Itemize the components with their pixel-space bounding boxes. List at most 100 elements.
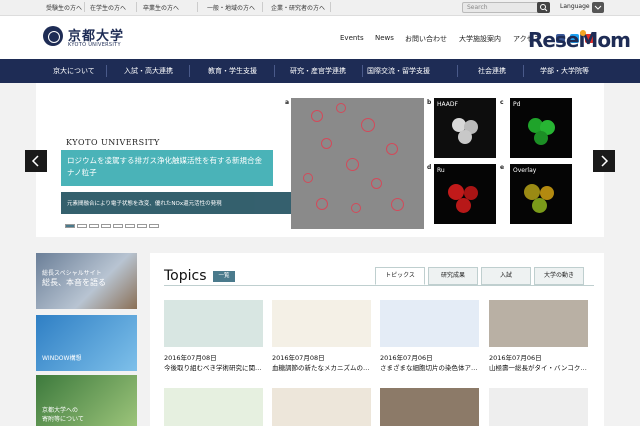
hero-subtitle-bar: 元素間融合により電子状態を改変、優れたNOx還元活性の発現 (61, 192, 304, 214)
slider-dot[interactable] (125, 224, 135, 228)
util-link-corporate[interactable]: 企業・研究者の方へ (271, 3, 325, 12)
language-dropdown[interactable] (592, 2, 604, 13)
overlay-panel: Overlay (510, 164, 572, 224)
sidebar-card-window[interactable]: WINDOW構想 (36, 315, 137, 371)
news-thumbnail[interactable] (489, 300, 588, 347)
slider-dot[interactable] (89, 224, 99, 228)
figure-label-c: c (500, 99, 504, 106)
sidebar-card-donation[interactable]: 京都大学への 寄附等について (36, 375, 137, 426)
search-placeholder: Search (467, 4, 488, 11)
news-date: 2016年07月08日 (164, 354, 217, 362)
news-thumbnail[interactable] (489, 388, 588, 426)
tab-underline (164, 285, 594, 286)
util-link-alumni[interactable]: 卒業生の方へ (143, 3, 179, 12)
resemom-watermark: ReseMom (528, 28, 631, 52)
divider (330, 2, 331, 12)
header-nav-facilities[interactable]: 大学施設案内 (459, 34, 501, 44)
news-title[interactable]: 今後取り組むべき学術研究に関… (164, 362, 263, 372)
divider (189, 65, 190, 77)
news-thumbnail[interactable] (164, 388, 263, 426)
chevron-left-icon (31, 155, 39, 167)
figure-label-e: e (500, 164, 505, 171)
topics-all-button[interactable]: 一覧 (213, 271, 235, 282)
site-header: 京都大学 KYOTO UNIVERSITY Events News お問い合わせ… (0, 16, 640, 59)
header-nav-contact[interactable]: お問い合わせ (405, 34, 447, 44)
hero-title: ロジウムを凌駕する排ガス浄化触媒活性を有する新規合金ナノ粒子 (67, 156, 262, 177)
util-link-applicants[interactable]: 受験生の方へ (46, 3, 82, 12)
news-title[interactable]: 血糖調節の新たなメカニズムの… (272, 362, 371, 372)
ru-panel: Ru (434, 164, 496, 224)
pd-panel: Pd (510, 98, 572, 158)
divider (262, 2, 263, 12)
util-link-public[interactable]: 一般・地域の方へ (207, 3, 255, 12)
tab-topics[interactable]: トピックス (375, 267, 425, 285)
news-thumbnail[interactable] (380, 388, 479, 426)
main-nav-research[interactable]: 研究・産官学連携 (290, 66, 346, 76)
panel-title-overlay: Overlay (513, 167, 537, 174)
panel-title-ru: Ru (437, 167, 445, 174)
main-nav-education[interactable]: 教育・学生支援 (208, 66, 257, 76)
util-link-students[interactable]: 在学生の方へ (90, 3, 126, 12)
header-nav-news[interactable]: News (375, 34, 394, 42)
logo-text-en: KYOTO UNIVERSITY (68, 42, 121, 48)
main-nav-admissions[interactable]: 入試・高大連携 (124, 66, 173, 76)
news-date: 2016年07月08日 (272, 354, 325, 362)
divider (136, 2, 137, 12)
chevron-down-icon (594, 5, 602, 10)
sidebar-caption: WINDOW構想 (42, 355, 82, 362)
search-button[interactable] (537, 2, 550, 13)
sidebar-card-president[interactable]: 総長スペシャルサイト 総長、本音を語る (36, 253, 137, 309)
news-title[interactable]: さまざまな細胞切片の染色体ア… (380, 362, 479, 372)
news-thumbnail[interactable] (164, 300, 263, 347)
panel-title-pd: Pd (513, 101, 521, 108)
figure-label-a: a (285, 99, 290, 106)
language-label: Language (560, 3, 590, 10)
slider-dot[interactable] (113, 224, 123, 228)
hero-title-banner: ロジウムを凌駕する排ガス浄化触媒活性を有する新規合金ナノ粒子 (61, 150, 273, 186)
university-emblem-icon[interactable] (43, 26, 63, 46)
tab-university-news[interactable]: 大学の動き (534, 267, 584, 285)
panel-title-haadf: HAADF (437, 101, 458, 108)
slider-dot[interactable] (101, 224, 111, 228)
sidebar-caption: 総長、本音を語る (42, 278, 106, 287)
news-thumbnail[interactable] (272, 300, 371, 347)
slider-dot[interactable] (149, 224, 159, 228)
search-input[interactable]: Search (462, 2, 548, 13)
utility-bar: 受験生の方へ 在学生の方へ 卒業生の方へ 一般・地域の方へ 企業・研究者の方へ … (0, 0, 640, 16)
main-nav: 京大について 入試・高大連携 教育・学生支援 研究・産官学連携 国際交流・留学支… (0, 59, 640, 83)
hero-eyebrow: KYOTO UNIVERSITY (66, 138, 160, 147)
divider (362, 65, 363, 77)
slider-dot[interactable] (65, 224, 75, 228)
hero-subtitle: 元素間融合により電子状態を改変、優れたNOx還元活性の発現 (67, 201, 222, 207)
news-thumbnail[interactable] (272, 388, 371, 426)
news-title[interactable]: 山極壽一総長がタイ・バンコク… (489, 362, 588, 372)
divider (84, 2, 85, 12)
divider (197, 2, 198, 12)
tab-research[interactable]: 研究成果 (428, 267, 478, 285)
divider (106, 65, 107, 77)
haadf-panel: HAADF (434, 98, 496, 158)
news-thumbnail[interactable] (380, 300, 479, 347)
tem-micrograph-image (291, 98, 424, 229)
sidebar-caption: 総長スペシャルサイト (42, 270, 102, 277)
news-date: 2016年07月06日 (489, 354, 542, 362)
divider (523, 65, 524, 77)
sidebar-caption: 京都大学への (42, 407, 79, 414)
figure-label-b: b (427, 99, 432, 106)
divider (457, 65, 458, 77)
main-nav-about[interactable]: 京大について (53, 66, 95, 76)
news-date: 2016年07月06日 (380, 354, 433, 362)
figure-label-d: d (427, 164, 432, 171)
sidebar-caption: 寄附等について (42, 416, 84, 423)
tab-admissions[interactable]: 入試 (481, 267, 531, 285)
slider-dot[interactable] (77, 224, 87, 228)
main-nav-faculties[interactable]: 学部・大学院等 (540, 66, 589, 76)
main-nav-international[interactable]: 国際交流・留学支援 (367, 66, 430, 76)
topics-heading: Topics (164, 268, 207, 284)
slider-prev-button[interactable] (25, 150, 47, 172)
main-nav-community[interactable]: 社会連携 (478, 66, 506, 76)
header-nav-events[interactable]: Events (340, 34, 364, 42)
slider-next-button[interactable] (593, 150, 615, 172)
slider-dot[interactable] (137, 224, 147, 228)
divider (274, 65, 275, 77)
